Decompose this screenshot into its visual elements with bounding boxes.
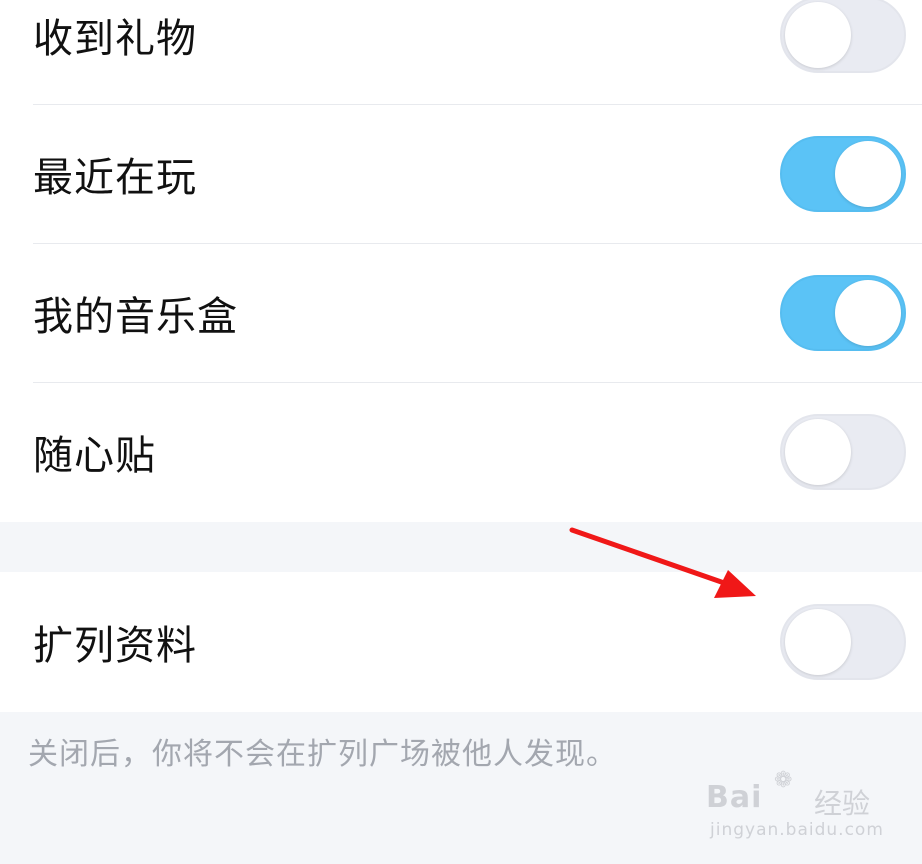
setting-label-music-box: 我的音乐盒 [33, 294, 238, 340]
watermark-brand: Bai [706, 780, 763, 815]
recently-played-toggle[interactable] [780, 136, 906, 212]
setting-row-gifts[interactable]: 收到礼物 [0, 0, 922, 105]
setting-label-recently-played: 最近在玩 [33, 155, 197, 201]
expand-profile-toggle[interactable] [780, 604, 906, 680]
baidu-paw-icon: ❁ [774, 768, 793, 793]
watermark-brand-suffix: 经验 [814, 787, 871, 820]
setting-row-sticky-notes[interactable]: 随心贴 [0, 382, 922, 522]
setting-row-expand-profile[interactable]: 扩列资料 [0, 572, 922, 712]
toggle-knob [785, 419, 851, 485]
settings-group-privacy: 收到礼物 最近在玩 我的音乐盒 随心贴 [0, 0, 922, 522]
settings-group-discovery: 扩列资料 [0, 572, 922, 712]
toggle-knob [785, 2, 851, 68]
expand-profile-hint: 关闭后，你将不会在扩列广场被他人发现。 [28, 737, 617, 772]
setting-label-expand-profile: 扩列资料 [33, 623, 197, 669]
toggle-knob [835, 141, 901, 207]
sticky-notes-toggle[interactable] [780, 414, 906, 490]
setting-label-sticky-notes: 随心贴 [33, 433, 156, 479]
setting-row-music-box[interactable]: 我的音乐盒 [0, 243, 922, 383]
toggle-knob [835, 280, 901, 346]
watermark-url: jingyan.baidu.com [710, 820, 884, 840]
toggle-knob [785, 609, 851, 675]
gifts-toggle[interactable] [780, 0, 906, 73]
setting-row-recently-played[interactable]: 最近在玩 [0, 104, 922, 244]
setting-label-gifts: 收到礼物 [33, 16, 197, 62]
baidu-jingyan-watermark: Bai ❁ 经验 jingyan.baidu.com [706, 768, 883, 848]
music-box-toggle[interactable] [780, 275, 906, 351]
red-arrow-icon [569, 527, 756, 598]
